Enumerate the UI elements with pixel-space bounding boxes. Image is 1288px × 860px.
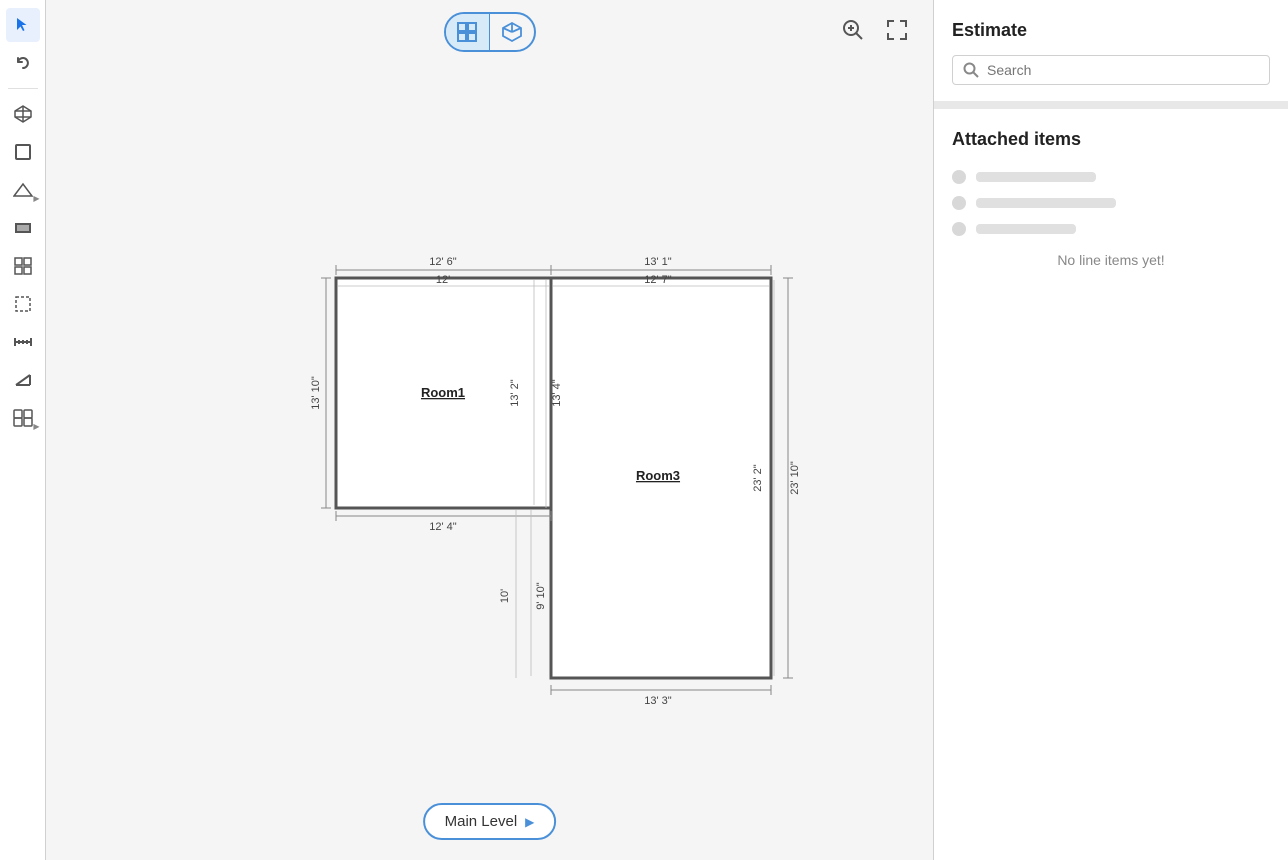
search-icon xyxy=(963,62,979,78)
floor-plan-view-button[interactable] xyxy=(446,14,490,50)
dim-room1-inner-left: 13' 2" xyxy=(509,379,521,407)
dim-room1-inner-top: 12' xyxy=(436,274,450,286)
dim-room3-inner-left: 13' 4" xyxy=(551,379,563,407)
3d-view-button[interactable] xyxy=(6,97,40,131)
roof-tool-group[interactable]: ▶ xyxy=(4,173,42,207)
components-tool-group[interactable]: ▶ xyxy=(4,401,42,435)
level-button-arrow: ▶ xyxy=(525,815,534,829)
search-input[interactable] xyxy=(987,62,1259,78)
level-button-label: Main Level xyxy=(445,813,518,830)
dim-top-left: 12' 6" xyxy=(429,256,457,268)
placeholder-bar xyxy=(976,224,1076,234)
dim-top-right: 13' 1" xyxy=(644,256,672,268)
dim-right-outer: 23' 10" xyxy=(789,461,801,495)
slope-tool-button[interactable] xyxy=(6,363,40,397)
dim-room3-inner-right: 9' 10" xyxy=(535,582,547,610)
grid-tool-button[interactable] xyxy=(6,249,40,283)
attached-items-title: Attached items xyxy=(952,129,1270,150)
no-items-text: No line items yet! xyxy=(952,252,1270,268)
dim-room3-inner-top: 12' 7" xyxy=(644,274,672,286)
room3-label[interactable]: Room3 xyxy=(636,468,680,483)
main-canvas: Room1 Room3 12' 6" 13' 1" 12' 12' 7" 13'… xyxy=(46,0,933,860)
placeholder-row xyxy=(952,222,1270,236)
zoom-button[interactable] xyxy=(837,14,869,46)
dim-bottom-left: 12' 4" xyxy=(429,521,457,533)
placeholder-bar xyxy=(976,198,1116,208)
dim-bottom-room3: 13' 3" xyxy=(644,695,672,707)
canvas-top-right xyxy=(837,14,913,46)
level-button[interactable]: Main Level ▶ xyxy=(423,803,557,840)
estimate-title: Estimate xyxy=(952,20,1270,41)
attached-items-section: Attached items No line items yet! xyxy=(934,109,1288,860)
view-toggle-group xyxy=(444,12,536,52)
right-panel: Estimate Attached items N xyxy=(933,0,1288,860)
placeholder-row xyxy=(952,170,1270,184)
room-tool-button[interactable] xyxy=(6,135,40,169)
selection-area-button[interactable] xyxy=(6,287,40,321)
dim-left-outer: 13' 10" xyxy=(310,376,322,410)
search-container xyxy=(952,55,1270,85)
placeholder-items xyxy=(952,170,1270,236)
estimate-section: Estimate xyxy=(934,0,1288,109)
placeholder-row xyxy=(952,196,1270,210)
floor-plan-svg: Room1 Room3 12' 6" 13' 1" 12' 12' 7" 13'… xyxy=(46,0,933,860)
select-tool-button[interactable] xyxy=(6,8,40,42)
fullscreen-button[interactable] xyxy=(881,14,913,46)
undo-button[interactable] xyxy=(6,46,40,80)
wall-tool-button[interactable] xyxy=(6,211,40,245)
dim-bottom-step: 10' xyxy=(499,589,511,603)
room1-label[interactable]: Room1 xyxy=(421,385,465,400)
placeholder-dot xyxy=(952,170,966,184)
divider-1 xyxy=(8,88,38,89)
placeholder-bar xyxy=(976,172,1096,182)
measure-tool-button[interactable] xyxy=(6,325,40,359)
3d-model-view-button[interactable] xyxy=(490,14,534,50)
left-toolbar: ▶ xyxy=(0,0,46,860)
canvas-top-toolbar xyxy=(444,12,536,52)
dim-room3-right: 23' 2" xyxy=(752,464,764,492)
placeholder-dot xyxy=(952,196,966,210)
placeholder-dot xyxy=(952,222,966,236)
